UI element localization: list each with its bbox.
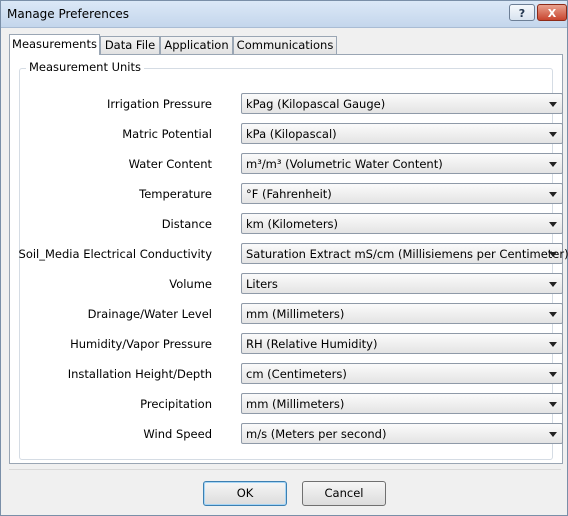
- chevron-down-icon: [549, 162, 557, 167]
- chevron-down-icon: [549, 372, 557, 377]
- tab-measurements[interactable]: Measurements: [9, 34, 100, 55]
- help-button[interactable]: ?: [509, 4, 535, 21]
- dialog-title: Manage Preferences: [7, 7, 130, 21]
- distance-label: Distance: [161, 217, 212, 231]
- chevron-down-icon: [549, 342, 557, 347]
- drainage-value: mm (Millimeters): [246, 307, 345, 321]
- precipitation-label: Precipitation: [140, 397, 212, 411]
- ok-button[interactable]: OK: [203, 481, 287, 506]
- matric-potential-value: kPa (Kilopascal): [246, 127, 337, 141]
- manage-preferences-dialog: Manage Preferences ? X Measurements Data…: [0, 0, 568, 516]
- matric-potential-dropdown[interactable]: kPa (Kilopascal): [241, 123, 563, 144]
- irrigation-pressure-dropdown[interactable]: kPag (Kilopascal Gauge): [241, 93, 563, 114]
- drainage-dropdown[interactable]: mm (Millimeters): [241, 303, 563, 324]
- installation-height-value: cm (Centimeters): [246, 367, 347, 381]
- chevron-down-icon: [549, 192, 557, 197]
- installation-height-dropdown[interactable]: cm (Centimeters): [241, 363, 563, 384]
- distance-value: km (Kilometers): [246, 217, 339, 231]
- humidity-dropdown[interactable]: RH (Relative Humidity): [241, 333, 563, 354]
- drainage-label: Drainage/Water Level: [87, 307, 212, 321]
- chevron-down-icon: [549, 432, 557, 437]
- wind-speed-value: m/s (Meters per second): [246, 427, 387, 441]
- soil-ec-label: Soil_Media Electrical Conductivity: [18, 247, 212, 261]
- soil-ec-value: Saturation Extract mS/cm (Millisiemens p…: [246, 247, 568, 261]
- cancel-button[interactable]: Cancel: [302, 481, 386, 506]
- title-bar[interactable]: Manage Preferences ? X: [1, 1, 567, 28]
- tab-data-file[interactable]: Data File: [100, 36, 160, 54]
- temperature-dropdown[interactable]: °F (Fahrenheit): [241, 183, 563, 204]
- tab-communications[interactable]: Communications: [233, 36, 337, 54]
- precipitation-dropdown[interactable]: mm (Millimeters): [241, 393, 563, 414]
- tab-application[interactable]: Application: [160, 36, 233, 54]
- chevron-down-icon: [549, 252, 557, 257]
- chevron-down-icon: [549, 102, 557, 107]
- temperature-value: °F (Fahrenheit): [246, 187, 332, 201]
- water-content-label: Water Content: [128, 157, 212, 171]
- measurements-panel: Measurement Units Irrigation Pressure kP…: [9, 54, 568, 464]
- chevron-down-icon: [549, 132, 557, 137]
- chevron-down-icon: [549, 282, 557, 287]
- soil-ec-dropdown[interactable]: Saturation Extract mS/cm (Millisiemens p…: [241, 243, 568, 264]
- humidity-value: RH (Relative Humidity): [246, 337, 378, 351]
- volume-label: Volume: [169, 277, 212, 291]
- group-title: Measurement Units: [26, 60, 145, 74]
- wind-speed-dropdown[interactable]: m/s (Meters per second): [241, 423, 563, 444]
- water-content-value: m³/m³ (Volumetric Water Content): [246, 157, 443, 171]
- installation-height-label: Installation Height/Depth: [67, 367, 212, 381]
- close-button[interactable]: X: [537, 4, 567, 21]
- temperature-label: Temperature: [139, 187, 212, 201]
- precipitation-value: mm (Millimeters): [246, 397, 345, 411]
- matric-potential-label: Matric Potential: [122, 127, 212, 141]
- chevron-down-icon: [549, 222, 557, 227]
- chevron-down-icon: [549, 312, 557, 317]
- water-content-dropdown[interactable]: m³/m³ (Volumetric Water Content): [241, 153, 563, 174]
- irrigation-pressure-label: Irrigation Pressure: [107, 97, 212, 111]
- divider: [9, 469, 561, 470]
- wind-speed-label: Wind Speed: [143, 427, 212, 441]
- distance-dropdown[interactable]: km (Kilometers): [241, 213, 563, 234]
- volume-dropdown[interactable]: Liters: [241, 273, 563, 294]
- humidity-label: Humidity/Vapor Pressure: [70, 337, 212, 351]
- volume-value: Liters: [246, 277, 278, 291]
- chevron-down-icon: [549, 402, 557, 407]
- irrigation-pressure-value: kPag (Kilopascal Gauge): [246, 97, 386, 111]
